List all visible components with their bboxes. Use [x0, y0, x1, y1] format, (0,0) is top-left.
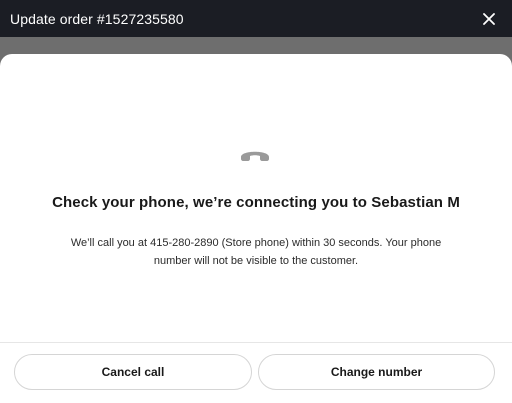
- close-button[interactable]: [480, 10, 498, 28]
- close-icon: [483, 12, 495, 25]
- modal-body: Check your phone, we’re connecting you t…: [0, 54, 512, 343]
- modal-heading: Check your phone, we’re connecting you t…: [52, 194, 460, 211]
- change-number-button[interactable]: Change number: [258, 354, 495, 390]
- phone-hangup-icon: [241, 151, 269, 161]
- cancel-call-button[interactable]: Cancel call: [14, 354, 252, 390]
- connecting-call-modal: Check your phone, we’re connecting you t…: [0, 54, 512, 403]
- window-titlebar: Update order #1527235580: [0, 0, 512, 37]
- modal-description: We’ll call you at 415-280-2890 (Store ph…: [70, 237, 442, 267]
- footer-divider: [0, 342, 512, 343]
- window-title: Update order #1527235580: [10, 10, 184, 27]
